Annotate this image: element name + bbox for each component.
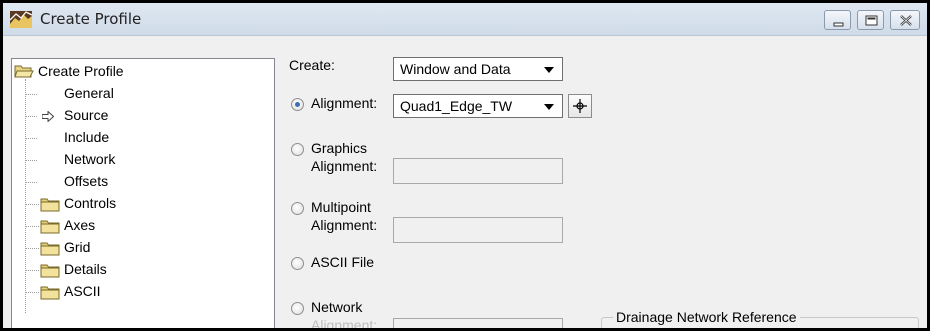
alignment-radio-label: Alignment: xyxy=(311,95,378,111)
multipoint-label-line2: Alignment: xyxy=(311,217,378,233)
folder-icon xyxy=(40,264,60,278)
tree-item-label: ASCII xyxy=(64,283,101,299)
tree-root-label: Create Profile xyxy=(38,63,124,79)
tree-connector xyxy=(25,292,39,293)
tree-connector xyxy=(25,270,39,271)
alignment-select[interactable]: Quad1_Edge_TW xyxy=(393,94,563,118)
window-title: Create Profile xyxy=(40,10,142,28)
folder-icon xyxy=(40,198,60,212)
tree-connector xyxy=(25,182,37,183)
create-select-value: Window and Data xyxy=(400,61,511,77)
dialog-body: Create Profile General Source Include Ne… xyxy=(3,37,927,331)
close-icon xyxy=(900,15,912,26)
graphics-label-line2: Alignment: xyxy=(311,158,378,174)
tree-item-source[interactable]: Source xyxy=(12,105,252,127)
folder-icon xyxy=(40,286,60,300)
tree-item-offsets[interactable]: Offsets xyxy=(12,171,252,193)
tree-connector xyxy=(25,138,37,139)
tree-item-label: General xyxy=(64,85,114,101)
network-alignment-radio[interactable] xyxy=(291,302,304,315)
arrow-right-icon xyxy=(42,111,54,122)
folder-icon xyxy=(40,220,60,234)
tree-item-label: Include xyxy=(64,129,110,145)
graphics-alignment-field[interactable] xyxy=(393,158,563,184)
title-bar: Create Profile xyxy=(3,3,927,36)
tree-item-label: Network xyxy=(64,151,116,167)
tree-item-grid[interactable]: Grid xyxy=(12,237,252,259)
alignment-radio[interactable] xyxy=(291,98,304,111)
chevron-down-icon xyxy=(544,67,554,73)
tree-connector xyxy=(25,116,37,117)
alignment-select-value: Quad1_Edge_TW xyxy=(400,98,513,114)
tree-connector xyxy=(25,94,37,95)
tree-root[interactable]: Create Profile xyxy=(14,61,254,83)
profile-app-icon xyxy=(10,11,32,28)
create-label: Create: xyxy=(289,57,335,73)
tree-item-include[interactable]: Include xyxy=(12,127,252,149)
graphics-alignment-radio[interactable] xyxy=(291,143,304,156)
graphics-label-line1: Graphics xyxy=(311,140,368,156)
tree-item-label: Grid xyxy=(64,239,91,255)
drainage-network-group-title: Drainage Network Reference xyxy=(613,309,800,325)
tree-item-label: Axes xyxy=(64,217,96,233)
multipoint-label-line1: Multipoint xyxy=(311,199,371,215)
maximize-button[interactable] xyxy=(857,10,884,30)
tree-item-controls[interactable]: Controls xyxy=(12,193,252,215)
folder-icon xyxy=(40,242,60,256)
network-alignment-field[interactable] xyxy=(393,318,563,328)
multipoint-alignment-radio[interactable] xyxy=(291,202,304,215)
minimize-icon xyxy=(833,22,844,27)
tree-item-ascii[interactable]: ASCII xyxy=(12,281,252,303)
tree-item-label: Offsets xyxy=(64,173,109,189)
tree-item-details[interactable]: Details xyxy=(12,259,252,281)
ascii-file-label: ASCII File xyxy=(311,254,375,270)
close-button[interactable] xyxy=(890,10,920,30)
chevron-down-icon xyxy=(544,104,554,110)
maximize-icon xyxy=(865,15,878,26)
tree-connector xyxy=(25,204,39,205)
network-label-line1: Network xyxy=(311,299,363,315)
tree-connector xyxy=(25,226,39,227)
tree-connector xyxy=(25,160,37,161)
tree-item-label: Controls xyxy=(64,195,117,211)
minimize-button[interactable] xyxy=(824,10,851,30)
tree-item-label: Source xyxy=(64,107,109,123)
multipoint-alignment-field[interactable] xyxy=(393,217,563,243)
tree-item-general[interactable]: General xyxy=(12,83,252,105)
create-profile-window: Create Profile Create Profile General So… xyxy=(0,0,930,331)
create-select[interactable]: Window and Data xyxy=(393,57,563,81)
ascii-file-radio[interactable] xyxy=(291,257,304,270)
tree-connector xyxy=(25,248,39,249)
open-folder-icon xyxy=(14,65,34,78)
tree-item-network[interactable]: Network xyxy=(12,149,252,171)
network-label-line2: Alignment: xyxy=(311,317,378,331)
pick-alignment-button[interactable] xyxy=(568,94,592,118)
navigation-tree[interactable]: Create Profile General Source Include Ne… xyxy=(11,58,275,328)
tree-item-label: Details xyxy=(64,261,107,277)
tree-item-axes[interactable]: Axes xyxy=(12,215,252,237)
crosshair-icon xyxy=(573,99,587,113)
